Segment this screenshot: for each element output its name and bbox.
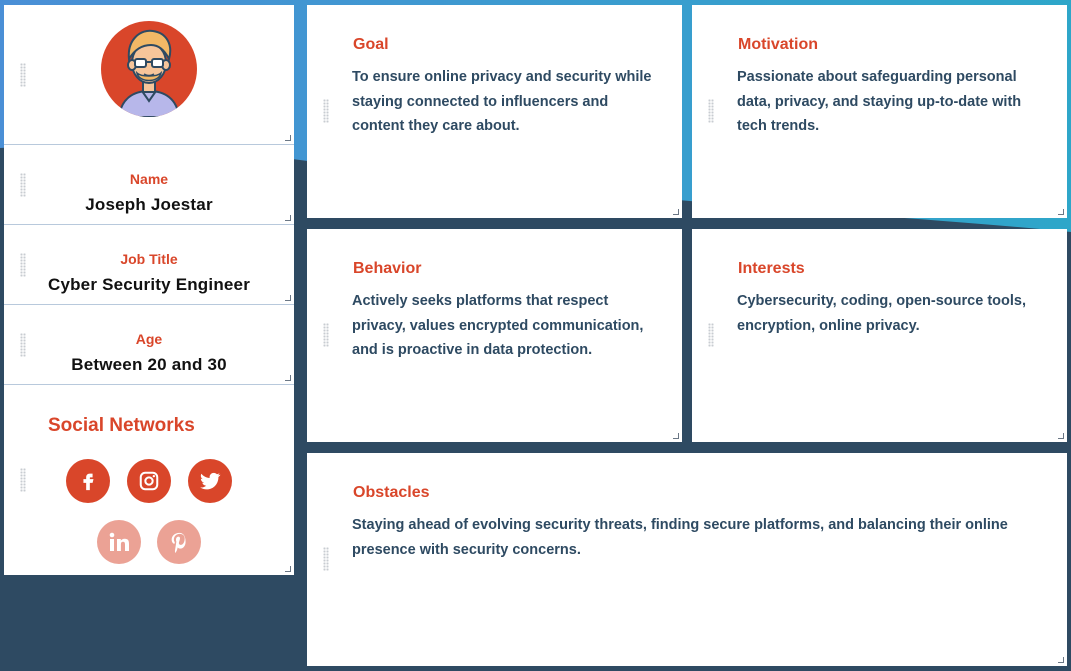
interests-title: Interests xyxy=(738,260,805,277)
drag-handle-icon[interactable] xyxy=(708,323,714,347)
instagram-button[interactable] xyxy=(127,459,171,503)
drag-handle-icon[interactable] xyxy=(323,323,329,347)
pinterest-button[interactable] xyxy=(157,520,201,564)
resize-handle-icon[interactable] xyxy=(285,375,291,381)
resize-handle-icon[interactable] xyxy=(673,209,679,215)
linkedin-icon xyxy=(109,532,129,551)
drag-handle-icon[interactable] xyxy=(20,252,26,277)
job-title-card[interactable]: Job Title Cyber Security Engineer xyxy=(4,225,294,305)
behavior-text: Actively seeks platforms that respect pr… xyxy=(352,293,644,358)
obstacles-text: Staying ahead of evolving security threa… xyxy=(352,517,1008,558)
job-title-label: Job Title xyxy=(120,251,178,267)
resize-handle-icon[interactable] xyxy=(285,566,291,572)
goal-text: To ensure online privacy and security wh… xyxy=(352,69,652,134)
behavior-title: Behavior xyxy=(353,260,422,277)
resize-handle-icon[interactable] xyxy=(285,295,291,301)
age-label: Age xyxy=(135,331,163,347)
facebook-button[interactable] xyxy=(66,459,110,503)
drag-handle-icon[interactable] xyxy=(323,99,329,123)
age-card[interactable]: Age Between 20 and 30 xyxy=(4,305,294,385)
age-value: Between 20 and 30 xyxy=(71,355,227,374)
motivation-text: Passionate about safeguarding personal d… xyxy=(737,69,1022,134)
drag-handle-icon[interactable] xyxy=(20,468,26,492)
name-card[interactable]: Name Joseph Joestar xyxy=(4,145,294,225)
drag-handle-icon[interactable] xyxy=(20,332,26,357)
drag-handle-icon[interactable] xyxy=(20,172,26,197)
person-with-glasses-avatar-icon xyxy=(101,21,197,117)
resize-handle-icon[interactable] xyxy=(285,215,291,221)
name-value: Joseph Joestar xyxy=(85,195,213,214)
resize-handle-icon[interactable] xyxy=(1058,657,1064,663)
obstacles-card[interactable]: Obstacles Staying ahead of evolving secu… xyxy=(307,453,1067,666)
instagram-icon xyxy=(139,471,159,491)
twitter-icon xyxy=(200,472,221,490)
avatar-card[interactable] xyxy=(4,5,294,145)
social-networks-card[interactable]: Social Networks xyxy=(4,385,294,575)
drag-handle-icon[interactable] xyxy=(708,99,714,123)
goal-title: Goal xyxy=(353,36,389,53)
linkedin-button[interactable] xyxy=(97,520,141,564)
social-networks-title: Social Networks xyxy=(48,415,195,436)
motivation-title: Motivation xyxy=(738,36,818,53)
obstacles-title: Obstacles xyxy=(353,484,430,501)
twitter-button[interactable] xyxy=(188,459,232,503)
pinterest-icon xyxy=(171,532,186,553)
goal-card[interactable]: Goal To ensure online privacy and securi… xyxy=(307,5,682,218)
resize-handle-icon[interactable] xyxy=(1058,209,1064,215)
behavior-card[interactable]: Behavior Actively seeks platforms that r… xyxy=(307,229,682,442)
name-label: Name xyxy=(129,171,169,187)
motivation-card[interactable]: Motivation Passionate about safeguarding… xyxy=(692,5,1067,218)
resize-handle-icon[interactable] xyxy=(285,135,291,141)
drag-handle-icon[interactable] xyxy=(323,547,329,571)
profile-column: Name Joseph Joestar Job Title Cyber Secu… xyxy=(4,5,294,575)
resize-handle-icon[interactable] xyxy=(1058,433,1064,439)
job-title-value: Cyber Security Engineer xyxy=(47,275,251,294)
resize-handle-icon[interactable] xyxy=(673,433,679,439)
interests-text: Cybersecurity, coding, open-source tools… xyxy=(737,293,1026,334)
interests-card[interactable]: Interests Cybersecurity, coding, open-so… xyxy=(692,229,1067,442)
drag-handle-icon[interactable] xyxy=(20,62,26,87)
facebook-icon xyxy=(83,473,94,491)
